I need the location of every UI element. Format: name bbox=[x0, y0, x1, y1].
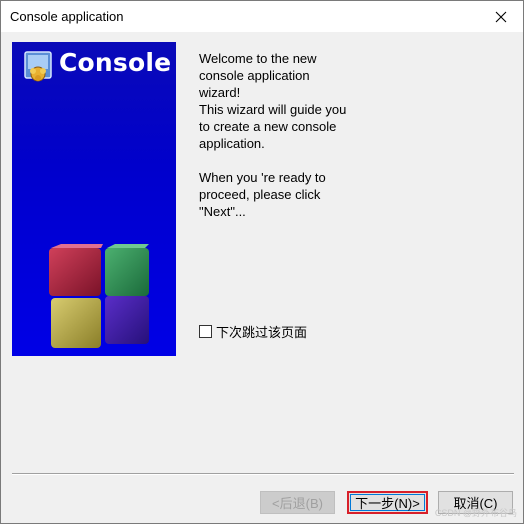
back-button[interactable]: <后退(B) bbox=[260, 491, 335, 514]
skip-page-option[interactable]: 下次跳过该页面 bbox=[199, 322, 307, 341]
next-button-label: 下一步(N)> bbox=[355, 496, 420, 511]
watermark: CSDN @野外布谷鸟 bbox=[434, 508, 517, 518]
close-icon bbox=[495, 11, 507, 22]
next-button[interactable]: 下一步(N)> bbox=[347, 491, 428, 514]
wizard-window: Console application Console Welcome to t… bbox=[0, 0, 524, 524]
welcome-paragraph: Welcome to the new console application w… bbox=[199, 51, 347, 151]
codeblocks-logo-icon bbox=[24, 51, 52, 82]
welcome-text: Welcome to the new console application w… bbox=[199, 50, 389, 220]
window-title: Console application bbox=[10, 9, 124, 24]
close-button[interactable] bbox=[479, 1, 523, 32]
back-button-label: <后退(B) bbox=[272, 496, 323, 511]
title-bar: Console application bbox=[1, 1, 523, 32]
next-button-focus-frame: 下一步(N)> bbox=[350, 494, 425, 511]
instruction-paragraph: When you 're ready to proceed, please cl… bbox=[199, 170, 326, 219]
banner-title: Console bbox=[59, 48, 172, 77]
footer-divider bbox=[12, 473, 514, 475]
wizard-banner: Console bbox=[12, 42, 176, 356]
skip-page-label: 下次跳过该页面 bbox=[216, 325, 308, 340]
cubes-graphic-icon bbox=[49, 244, 149, 348]
skip-page-checkbox[interactable] bbox=[199, 325, 212, 338]
